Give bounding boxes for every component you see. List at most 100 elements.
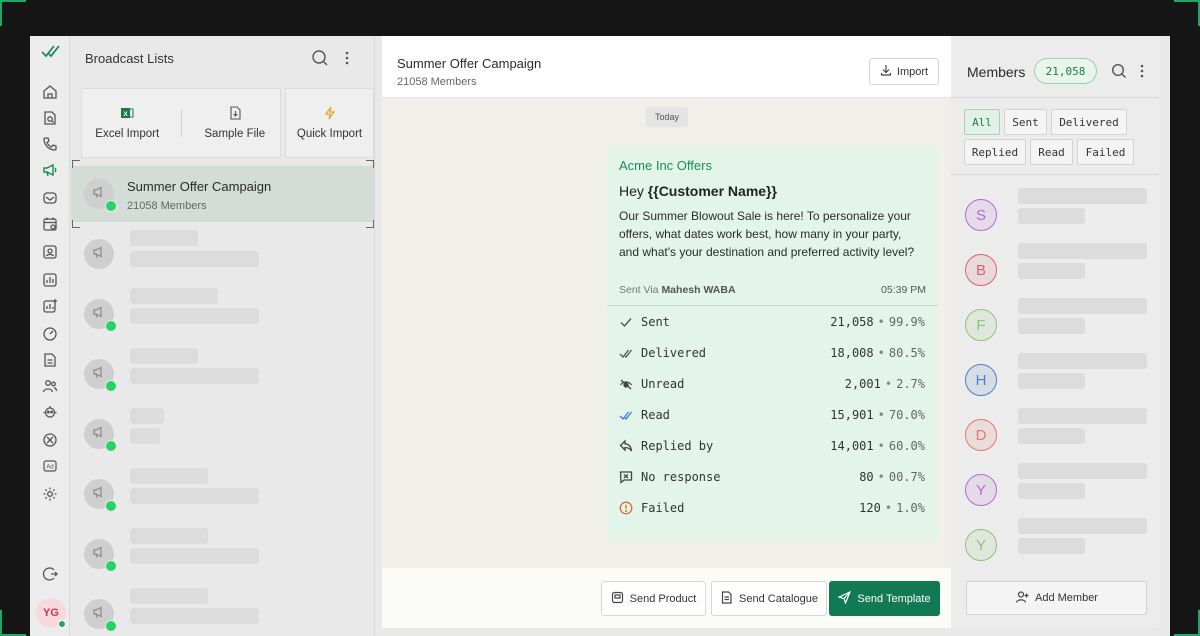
send-catalogue-button[interactable]: Send Catalogue <box>711 581 827 616</box>
stat-row-read[interactable]: Read 15,901 • 70.0% <box>619 405 925 425</box>
stat-row-failed[interactable]: Failed 120 • 1.0% <box>619 498 925 518</box>
list-item-placeholder <box>71 586 374 636</box>
search-icon[interactable] <box>1111 63 1127 79</box>
filter-delivered[interactable]: Delivered <box>1051 109 1127 135</box>
megaphone-icon <box>92 185 106 204</box>
skeleton-line <box>130 408 164 424</box>
filter-replied[interactable]: Replied <box>964 139 1026 165</box>
list-item[interactable]: Summer Offer Campaign 21058 Members <box>71 160 374 228</box>
list-avatar <box>84 299 117 332</box>
megaphone-icon <box>92 245 106 264</box>
message-bubble: Acme Inc Offers Hey {{Customer Name}} Ou… <box>607 147 938 541</box>
excel-import-label: Excel Import <box>95 128 160 140</box>
members-count-badge: 21,058 <box>1034 58 1097 84</box>
filter-sent[interactable]: Sent <box>1004 109 1047 135</box>
stat-count: 15,901 <box>830 408 874 422</box>
stat-label: Replied by <box>641 439 714 453</box>
svg-text:X: X <box>124 111 129 118</box>
more-options-icon[interactable] <box>343 50 351 66</box>
stat-row-unread[interactable]: Unread 2,001 • 2.7% <box>619 374 925 394</box>
ads-icon[interactable]: Ad <box>42 458 58 474</box>
reports-icon[interactable] <box>42 272 58 288</box>
list-avatar <box>84 419 117 452</box>
stat-value: 21,058 • 99.9% <box>830 315 925 329</box>
add-member-button[interactable]: Add Member <box>966 581 1147 615</box>
check-icon <box>619 315 633 329</box>
skeleton-line <box>130 230 198 246</box>
search-icon[interactable] <box>311 49 329 67</box>
member-row[interactable]: H <box>951 351 1159 405</box>
download-file-icon <box>228 106 242 120</box>
stat-value: 2,001 • 2.7% <box>844 377 925 391</box>
home-icon[interactable] <box>42 84 58 100</box>
search-orders-icon[interactable] <box>42 110 58 126</box>
member-row[interactable]: Y <box>951 461 1159 515</box>
stat-row-sent[interactable]: Sent 21,058 • 99.9% <box>619 312 925 332</box>
calendar-icon[interactable] <box>42 216 58 232</box>
online-status-dot <box>58 620 66 628</box>
skeleton-line <box>130 348 198 364</box>
send-template-button[interactable]: Send Template <box>829 581 940 616</box>
svg-text:Ad: Ad <box>46 465 53 471</box>
stat-label: Read <box>641 408 670 422</box>
lightning-icon <box>323 106 337 120</box>
stat-count: 2,001 <box>844 377 881 391</box>
inbox-icon[interactable] <box>42 190 58 206</box>
filter-failed[interactable]: Failed <box>1077 139 1134 165</box>
more-options-icon[interactable] <box>1139 63 1145 79</box>
excel-import-button[interactable]: X Excel Import <box>82 106 173 140</box>
member-row[interactable]: D <box>951 406 1159 460</box>
contacts-icon[interactable] <box>42 244 58 260</box>
message-body: Our Summer Blowout Sale is here! To pers… <box>619 209 915 259</box>
message-time: 05:39 PM <box>881 284 926 296</box>
stat-row-replied[interactable]: Replied by 14,001 • 60.0% <box>619 436 925 456</box>
team-icon[interactable] <box>42 378 58 394</box>
settings-icon[interactable] <box>42 486 58 502</box>
card-divider <box>180 109 182 137</box>
list-avatar <box>84 539 117 572</box>
send-product-button[interactable]: Send Product <box>601 581 706 616</box>
documents-icon[interactable] <box>42 352 58 368</box>
campaign-member-count: 21058 Members <box>397 76 477 88</box>
skeleton-line <box>1018 538 1085 554</box>
megaphone-icon <box>92 425 106 444</box>
greeting-prefix: Hey <box>619 183 648 199</box>
reply-icon <box>619 439 633 453</box>
import-button[interactable]: Import <box>869 58 939 85</box>
send-template-label: Send Template <box>857 592 931 605</box>
list-item-subtitle: 21058 Members <box>127 200 207 212</box>
stat-row-delivered[interactable]: Delivered 18,008 • 80.5% <box>619 343 925 363</box>
skeleton-line <box>130 528 208 544</box>
user-avatar[interactable]: YG <box>36 598 66 628</box>
logout-icon[interactable] <box>42 566 58 582</box>
member-row[interactable]: F <box>951 296 1159 350</box>
bot-icon[interactable] <box>42 404 58 420</box>
sample-file-button[interactable]: Sample File <box>190 106 281 140</box>
quick-import-label: Quick Import <box>296 128 363 140</box>
analytics-icon[interactable] <box>42 298 58 314</box>
member-avatar: Y <box>965 529 997 561</box>
support-icon[interactable] <box>42 432 58 448</box>
no-response-icon <box>619 470 633 484</box>
dashboard-icon[interactable] <box>42 326 58 342</box>
stat-row-no-response[interactable]: No response 80 • 00.7% <box>619 467 925 487</box>
frame-corner-top-left <box>0 0 26 26</box>
alert-icon <box>619 501 633 515</box>
filter-all[interactable]: All <box>964 109 1000 135</box>
message-sender: Acme Inc Offers <box>619 158 712 173</box>
skeleton-line <box>1018 373 1085 389</box>
brand-logo-icon[interactable] <box>40 42 62 60</box>
member-avatar: S <box>965 199 997 231</box>
member-avatar: B <box>965 254 997 286</box>
phone-icon[interactable] <box>42 136 58 152</box>
quick-import-button[interactable]: Quick Import <box>285 88 374 158</box>
filter-read[interactable]: Read <box>1030 139 1073 165</box>
broadcast-icon[interactable] <box>42 162 58 178</box>
member-row[interactable]: Y <box>951 516 1159 570</box>
list-avatar <box>84 179 117 212</box>
send-product-label: Send Product <box>629 592 697 605</box>
whatsapp-badge-icon <box>105 320 117 332</box>
skeleton-line <box>130 548 259 564</box>
member-row[interactable]: S <box>951 186 1159 240</box>
member-row[interactable]: B <box>951 241 1159 295</box>
